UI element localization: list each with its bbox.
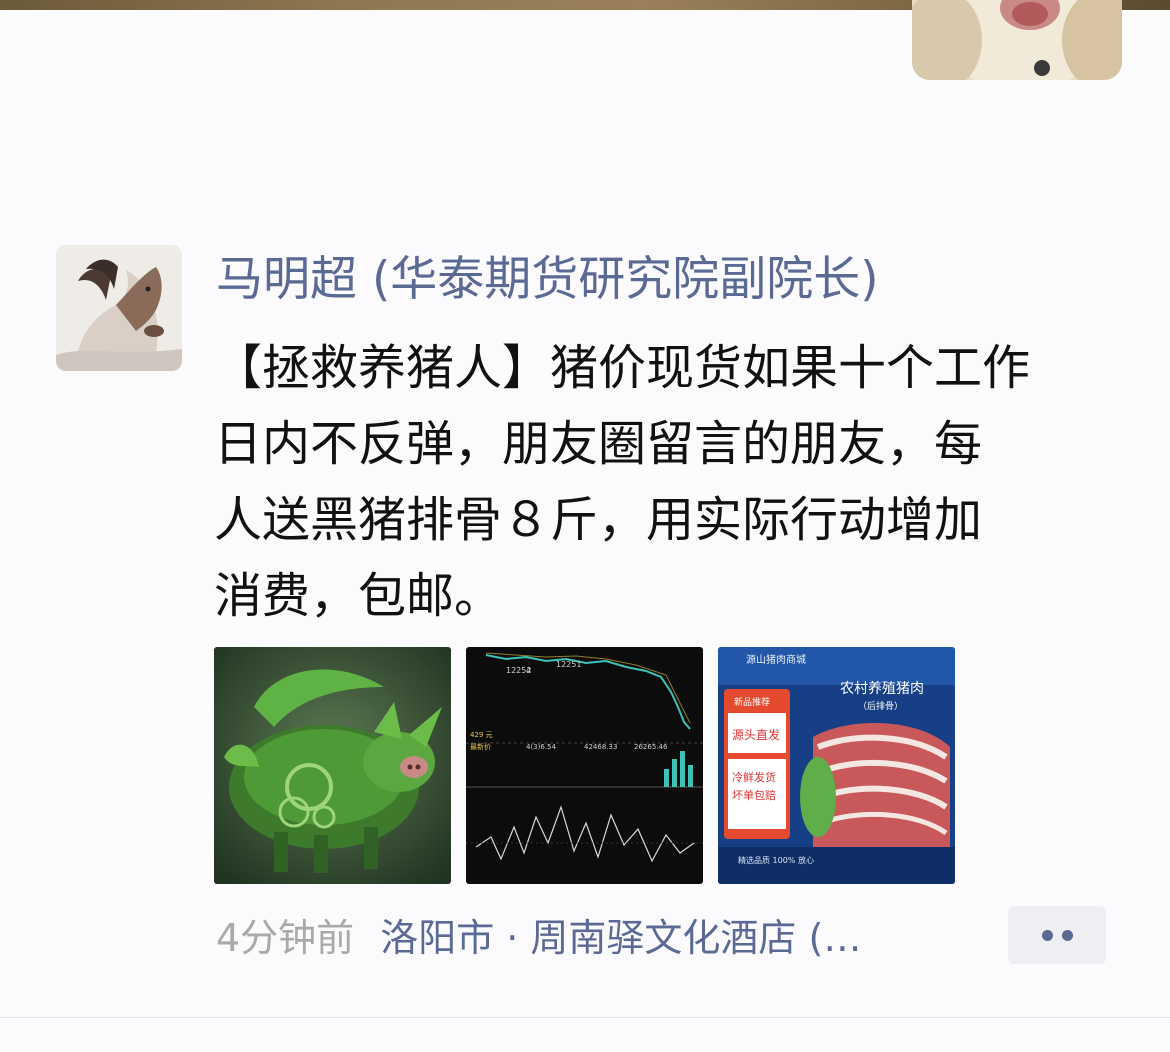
ad-badge-3: 坏单包赔: [732, 788, 776, 802]
post-text-line: 消费，包邮。: [214, 568, 503, 624]
post-image-pig[interactable]: [214, 647, 451, 884]
chart-label: 最新价: [470, 742, 491, 751]
post-text-line: 日内不反弹，朋友圈留言的朋友，每: [214, 416, 983, 472]
chart-label: 26265.46: [634, 743, 668, 751]
ad-badge-1: 源头直发: [732, 727, 780, 742]
author-avatar[interactable]: [56, 245, 182, 371]
chart-label: 4: [526, 666, 531, 675]
post-meta-row: 4分钟前 洛阳市 · 周南驿文化酒店 (…: [216, 908, 861, 968]
ad-title-sub: （后排骨）: [858, 700, 903, 712]
pork-ad-image: 源山猪肉商城 农村养殖猪肉 （后排骨） 新品推荐 源头直发 冷鲜发货 坏单包赔 …: [718, 647, 955, 884]
dot-right: [1062, 930, 1073, 941]
dog-photo-thumbnail[interactable]: [912, 0, 1122, 80]
ad-title: 农村养殖猪肉: [840, 680, 924, 697]
post-text-line: 【拯救养猪人】猪价现货如果十个工作: [214, 340, 1031, 396]
leafy-pig-image: [214, 647, 451, 884]
dog-photo-image: [912, 0, 1122, 80]
chart-label: 429 元: [470, 731, 493, 739]
ad-badge-2: 冷鲜发货: [732, 770, 776, 784]
post-text: 【拯救养猪人】猪价现货如果十个工作 日内不反弹，朋友圈留言的朋友，每 人送黑猪排…: [214, 330, 1104, 634]
ad-top-text: 源山猪肉商城: [746, 653, 806, 666]
dot-left: [1042, 930, 1053, 941]
chart-label: 4(3)6.54: [526, 743, 557, 751]
author-name-link[interactable]: 马明超 (华泰期货研究院副院长): [216, 248, 879, 312]
post-time: 4分钟前: [216, 916, 355, 960]
chart-label: 12251: [556, 660, 581, 669]
post-location-link[interactable]: 洛阳市 · 周南驿文化酒店 (…: [380, 916, 861, 960]
post-image-stock-chart[interactable]: 12252 4 12251 429 元 最新价 42468.33 26265.4…: [466, 647, 703, 884]
ad-tag: 新品推荐: [734, 696, 770, 708]
ad-footer: 精选品质 100% 放心: [738, 855, 814, 865]
horse-avatar-image: [56, 245, 182, 371]
post-text-line: 人送黑猪排骨８斤，用实际行动增加: [214, 492, 983, 548]
stock-chart-image: 12252 4 12251 429 元 最新价 42468.33 26265.4…: [466, 647, 703, 884]
chart-label: 42468.33: [584, 743, 617, 751]
post-divider: [0, 1017, 1170, 1018]
more-actions-button[interactable]: [1008, 906, 1106, 964]
post-image-pork-ad[interactable]: 源山猪肉商城 农村养殖猪肉 （后排骨） 新品推荐 源头直发 冷鲜发货 坏单包赔 …: [718, 647, 955, 884]
